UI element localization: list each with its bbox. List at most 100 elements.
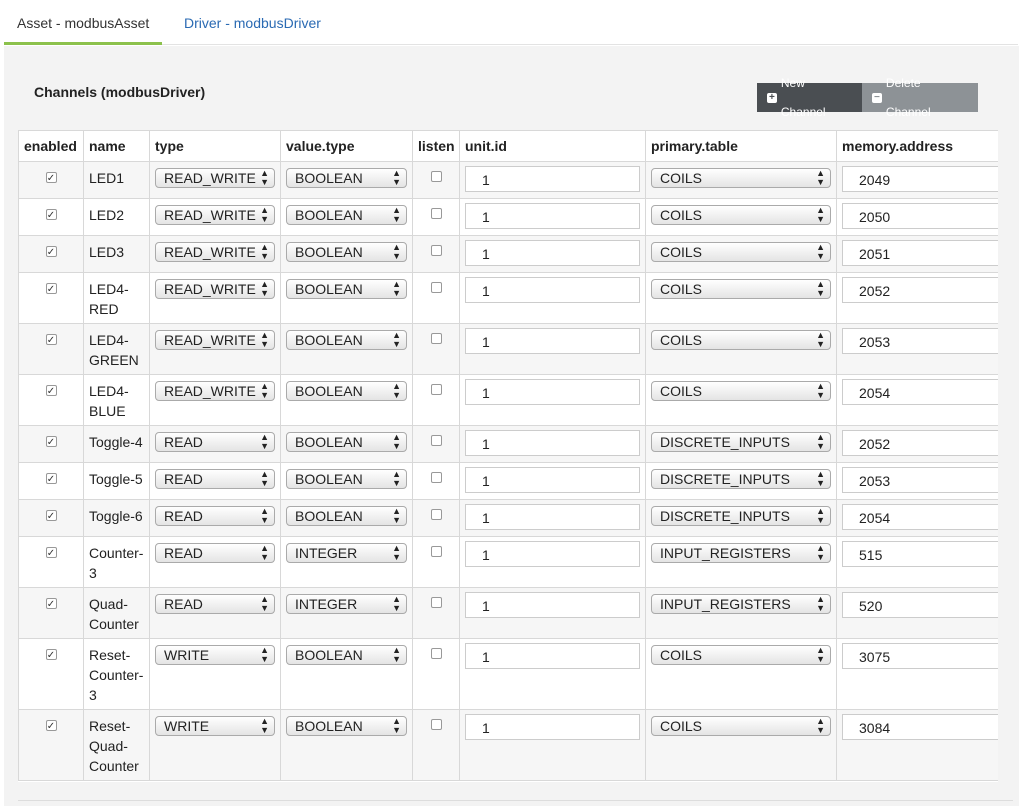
primary-table-select[interactable]: DISCRETE_INPUTS ▲ ▼ [651,506,831,526]
primary-table-select[interactable]: COILS ▲ ▼ [651,205,831,225]
value-type-select[interactable]: BOOLEAN ▲ ▼ [286,432,407,452]
header-listen[interactable]: listen [412,130,460,162]
primary-table-select[interactable]: INPUT_REGISTERS ▲ ▼ [651,543,831,563]
value-type-select[interactable]: BOOLEAN ▲ ▼ [286,469,407,489]
value-type-select[interactable]: BOOLEAN ▲ ▼ [286,506,407,526]
memory-address-input[interactable]: 2049 [842,166,998,192]
tab-driver[interactable]: Driver - modbusDriver [171,4,334,44]
type-select[interactable]: READ ▲ ▼ [155,543,275,563]
memory-address-input[interactable]: 3075 [842,643,998,669]
unit-id-input[interactable]: 1 [465,203,640,229]
memory-address-input[interactable]: 2052 [842,430,998,456]
unit-id-input[interactable]: 1 [465,166,640,192]
memory-address-input[interactable]: 3084 [842,714,998,740]
listen-checkbox[interactable] [430,245,442,256]
type-select[interactable]: READ ▲ ▼ [155,506,275,526]
value-type-select[interactable]: INTEGER ▲ ▼ [286,594,407,614]
type-select[interactable]: READ ▲ ▼ [155,432,275,452]
header-value-type[interactable]: value.type [280,130,413,162]
value-type-select[interactable]: BOOLEAN ▲ ▼ [286,716,407,736]
listen-checkbox[interactable] [430,171,442,182]
primary-table-select[interactable]: DISCRETE_INPUTS ▲ ▼ [651,469,831,489]
type-select[interactable]: READ_WRITE ▲ ▼ [155,205,275,225]
type-select[interactable]: READ ▲ ▼ [155,594,275,614]
memory-address-input[interactable]: 2053 [842,328,998,354]
primary-table-select[interactable]: COILS ▲ ▼ [651,279,831,299]
enabled-checkbox[interactable]: ✓ [45,334,57,346]
value-type-select[interactable]: BOOLEAN ▲ ▼ [286,381,407,401]
header-unit-id[interactable]: unit.id [459,130,646,162]
listen-checkbox[interactable] [430,509,442,520]
type-select[interactable]: WRITE ▲ ▼ [155,716,275,736]
type-select[interactable]: READ_WRITE ▲ ▼ [155,381,275,401]
type-select[interactable]: READ_WRITE ▲ ▼ [155,330,275,350]
value-type-select[interactable]: BOOLEAN ▲ ▼ [286,205,407,225]
unit-id-input[interactable]: 1 [465,714,640,740]
value-type-select[interactable]: BOOLEAN ▲ ▼ [286,168,407,188]
primary-table-select[interactable]: COILS ▲ ▼ [651,716,831,736]
enabled-checkbox[interactable]: ✓ [45,246,57,258]
listen-checkbox[interactable] [430,597,442,608]
primary-table-select[interactable]: COILS ▲ ▼ [651,381,831,401]
unit-id-input[interactable]: 1 [465,379,640,405]
header-memory-address[interactable]: memory.address [836,130,998,162]
enabled-checkbox[interactable]: ✓ [45,473,57,485]
unit-id-input[interactable]: 1 [465,240,640,266]
enabled-checkbox[interactable]: ✓ [45,283,57,295]
enabled-checkbox[interactable]: ✓ [45,649,57,661]
enabled-checkbox[interactable]: ✓ [45,385,57,397]
unit-id-input[interactable]: 1 [465,328,640,354]
unit-id-input[interactable]: 1 [465,504,640,530]
type-select[interactable]: READ_WRITE ▲ ▼ [155,279,275,299]
primary-table-select[interactable]: COILS ▲ ▼ [651,330,831,350]
type-select[interactable]: READ_WRITE ▲ ▼ [155,168,275,188]
memory-address-input[interactable]: 515 [842,541,998,567]
new-channel-button[interactable]: + New Channel [757,76,862,119]
primary-table-select[interactable]: COILS ▲ ▼ [651,168,831,188]
listen-checkbox[interactable] [430,719,442,730]
memory-address-input[interactable]: 2051 [842,240,998,266]
primary-table-select[interactable]: DISCRETE_INPUTS ▲ ▼ [651,432,831,452]
unit-id-input[interactable]: 1 [465,430,640,456]
unit-id-input[interactable]: 1 [465,541,640,567]
primary-table-select[interactable]: COILS ▲ ▼ [651,242,831,262]
value-type-select[interactable]: BOOLEAN ▲ ▼ [286,242,407,262]
delete-channel-button[interactable]: − Delete Channel [862,76,978,119]
unit-id-input[interactable]: 1 [465,592,640,618]
listen-checkbox[interactable] [430,648,442,659]
enabled-checkbox[interactable]: ✓ [45,598,57,610]
memory-address-input[interactable]: 2050 [842,203,998,229]
enabled-checkbox[interactable]: ✓ [45,172,57,184]
header-primary-table[interactable]: primary.table [645,130,837,162]
header-type[interactable]: type [149,130,281,162]
listen-checkbox[interactable] [430,435,442,446]
header-name[interactable]: name [83,130,150,162]
listen-checkbox[interactable] [430,208,442,219]
enabled-checkbox[interactable]: ✓ [45,547,57,559]
primary-table-select[interactable]: COILS ▲ ▼ [651,645,831,665]
type-select[interactable]: WRITE ▲ ▼ [155,645,275,665]
value-type-select[interactable]: BOOLEAN ▲ ▼ [286,645,407,665]
value-type-select[interactable]: BOOLEAN ▲ ▼ [286,330,407,350]
listen-checkbox[interactable] [430,546,442,557]
value-type-select[interactable]: BOOLEAN ▲ ▼ [286,279,407,299]
value-type-select[interactable]: INTEGER ▲ ▼ [286,543,407,563]
listen-checkbox[interactable] [430,333,442,344]
memory-address-input[interactable]: 2053 [842,467,998,493]
channels-table-container[interactable]: enabled name type value.type listen unit… [18,130,998,782]
listen-checkbox[interactable] [430,384,442,395]
listen-checkbox[interactable] [430,282,442,293]
enabled-checkbox[interactable]: ✓ [45,720,57,732]
unit-id-input[interactable]: 1 [465,643,640,669]
unit-id-input[interactable]: 1 [465,467,640,493]
listen-checkbox[interactable] [430,472,442,483]
memory-address-input[interactable]: 2052 [842,277,998,303]
memory-address-input[interactable]: 2054 [842,504,998,530]
memory-address-input[interactable]: 520 [842,592,998,618]
enabled-checkbox[interactable]: ✓ [45,436,57,448]
type-select[interactable]: READ_WRITE ▲ ▼ [155,242,275,262]
unit-id-input[interactable]: 1 [465,277,640,303]
type-select[interactable]: READ ▲ ▼ [155,469,275,489]
memory-address-input[interactable]: 2054 [842,379,998,405]
header-enabled[interactable]: enabled [18,130,84,162]
